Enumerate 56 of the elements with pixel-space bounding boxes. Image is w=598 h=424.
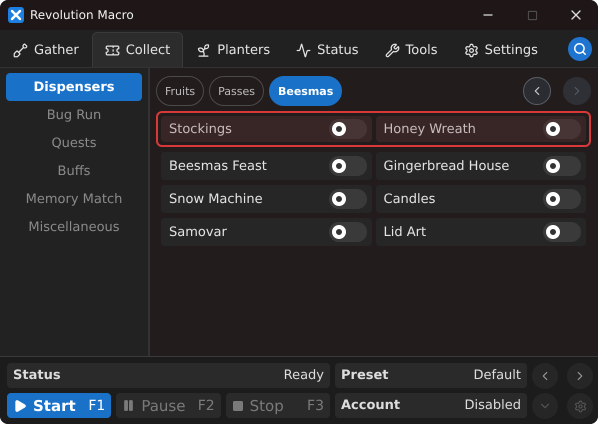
option-label: Stockings — [169, 122, 232, 136]
tab[interactable]: Settings — [450, 32, 551, 67]
wrench-icon — [384, 42, 400, 58]
play-icon — [13, 398, 27, 412]
filter-chip[interactable]: Passes — [209, 76, 264, 106]
option-label: Candles — [384, 192, 436, 206]
toggle-switch[interactable] — [543, 222, 581, 242]
option-label: Snow Machine — [169, 192, 263, 206]
search-button[interactable] — [568, 37, 592, 61]
tab[interactable]: Status — [283, 32, 372, 67]
option-label: Lid Art — [384, 224, 426, 240]
sidebar-item[interactable]: Bug Run — [6, 101, 142, 129]
toggle-switch[interactable] — [543, 189, 581, 209]
app-logo-icon — [8, 7, 24, 23]
sprout-icon — [196, 42, 212, 58]
window-title: Revolution Macro — [30, 8, 135, 22]
option-label: Honey Wreath — [384, 122, 476, 136]
option-label: Gingerbread House — [384, 158, 510, 174]
next-preset-button[interactable] — [567, 363, 593, 389]
tab[interactable]: Tools — [372, 32, 451, 67]
sidebar-item[interactable]: Quests — [6, 129, 142, 157]
account-value: Disabled — [464, 398, 521, 413]
search-icon — [573, 42, 587, 56]
option-label: Samovar — [169, 224, 227, 240]
toggle-switch[interactable] — [328, 119, 366, 139]
maximize-icon — [526, 10, 538, 20]
tab[interactable]: Planters — [183, 32, 284, 67]
tab[interactable]: Gather — [0, 32, 92, 67]
previous-button[interactable] — [523, 77, 551, 105]
toggle-switch[interactable] — [543, 156, 581, 176]
sidebar-item[interactable]: Dispensers — [6, 73, 142, 101]
filter-chip[interactable]: Fruits — [156, 76, 204, 106]
pause-icon — [122, 399, 136, 412]
settings-icon — [574, 400, 586, 412]
account-label: Account — [341, 398, 400, 413]
toggle-switch[interactable] — [328, 189, 366, 209]
control-button[interactable]: Start F1 — [7, 393, 112, 418]
sidebar-item[interactable]: Buffs — [6, 157, 142, 185]
option-label: Beesmas Feast — [169, 158, 267, 174]
settings-icon — [464, 42, 479, 58]
toggle-switch[interactable] — [328, 156, 366, 176]
sidebar-item[interactable]: Miscellaneous — [6, 213, 142, 241]
tab[interactable]: Collect — [92, 32, 184, 67]
ticket-icon — [104, 42, 120, 58]
status-value: Ready — [284, 368, 324, 383]
toggle-switch[interactable] — [328, 222, 366, 242]
preset-value: Default — [474, 368, 521, 383]
previous-preset-button[interactable] — [532, 363, 558, 389]
toggle-switch[interactable] — [543, 119, 581, 139]
pulse-icon — [296, 42, 312, 58]
shovel-icon — [13, 42, 28, 58]
preset-label: Preset — [341, 368, 389, 383]
stop-icon — [232, 400, 244, 412]
status-label: Status — [13, 368, 61, 383]
sidebar-item[interactable]: Memory Match — [6, 185, 142, 213]
filter-chip[interactable]: Beesmas — [268, 76, 342, 106]
